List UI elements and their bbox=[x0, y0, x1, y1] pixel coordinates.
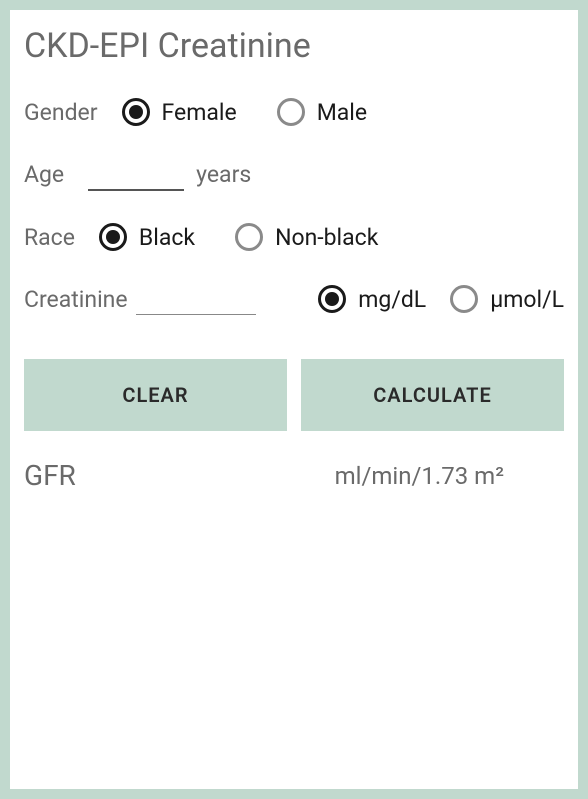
calculator-card: CKD-EPI Creatinine Gender Female Male Ag… bbox=[10, 10, 578, 789]
race-row: Race Black Non-black bbox=[24, 223, 564, 251]
creatinine-input[interactable] bbox=[136, 283, 256, 315]
button-row: CLEAR CALCULATE bbox=[24, 359, 564, 431]
gender-female-label: Female bbox=[162, 99, 237, 126]
age-input[interactable] bbox=[88, 158, 184, 191]
race-nonblack-label: Non-black bbox=[275, 224, 378, 251]
creatinine-units-group: mg/dL μmol/L bbox=[318, 285, 564, 313]
radio-selected-icon bbox=[318, 285, 346, 313]
creatinine-umoll-radio[interactable]: μmol/L bbox=[450, 285, 564, 313]
clear-button[interactable]: CLEAR bbox=[24, 359, 287, 431]
creatinine-mgdl-radio[interactable]: mg/dL bbox=[318, 285, 426, 313]
radio-unselected-icon bbox=[235, 223, 263, 251]
creatinine-row: Creatinine mg/dL μmol/L bbox=[24, 283, 564, 315]
creatinine-label: Creatinine bbox=[24, 286, 128, 313]
race-black-radio[interactable]: Black bbox=[99, 223, 195, 251]
radio-unselected-icon bbox=[277, 98, 305, 126]
gender-row: Gender Female Male bbox=[24, 98, 564, 126]
age-unit: years bbox=[196, 161, 251, 188]
gender-female-radio[interactable]: Female bbox=[122, 98, 237, 126]
result-label: GFR bbox=[24, 459, 76, 492]
radio-selected-icon bbox=[122, 98, 150, 126]
result-row: GFR ml/min/1.73 m² bbox=[24, 459, 564, 492]
age-row: Age years bbox=[24, 158, 564, 191]
page-title: CKD-EPI Creatinine bbox=[24, 26, 564, 66]
race-nonblack-radio[interactable]: Non-black bbox=[235, 223, 378, 251]
gender-male-radio[interactable]: Male bbox=[277, 98, 367, 126]
gender-male-label: Male bbox=[317, 99, 367, 126]
creatinine-umoll-label: μmol/L bbox=[490, 286, 564, 313]
age-label: Age bbox=[24, 161, 64, 188]
radio-unselected-icon bbox=[450, 285, 478, 313]
race-black-label: Black bbox=[139, 224, 195, 251]
race-label: Race bbox=[24, 224, 75, 251]
result-unit: ml/min/1.73 m² bbox=[335, 462, 504, 490]
gender-label: Gender bbox=[24, 99, 98, 126]
radio-selected-icon bbox=[99, 223, 127, 251]
calculate-button[interactable]: CALCULATE bbox=[301, 359, 564, 431]
creatinine-mgdl-label: mg/dL bbox=[358, 286, 426, 313]
